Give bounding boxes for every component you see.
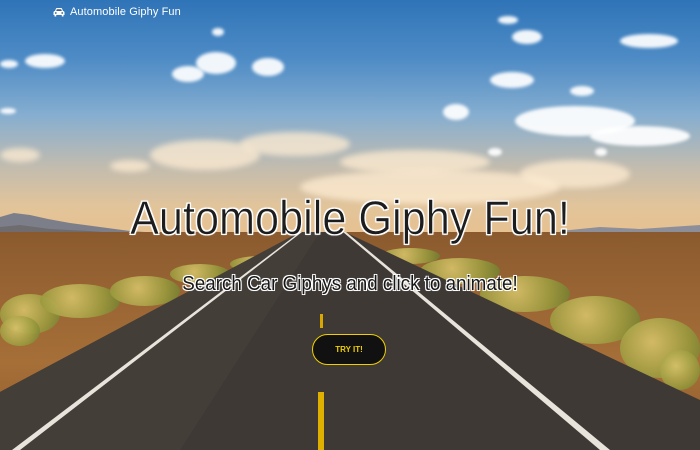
hero-subtitle: Search Car Giphys and click to animate!	[182, 273, 518, 295]
cloud	[570, 86, 594, 96]
cloud	[240, 132, 350, 156]
try-it-button[interactable]: TRY IT!	[312, 334, 386, 365]
brand-text: Automobile Giphy Fun	[70, 6, 181, 18]
cloud	[590, 126, 690, 146]
cloud	[0, 60, 18, 68]
cloud	[212, 28, 224, 36]
navbar-brand[interactable]: Automobile Giphy Fun	[53, 6, 181, 18]
cloud	[490, 72, 534, 88]
cloud	[252, 58, 284, 76]
car-icon	[53, 7, 65, 16]
cloud	[488, 148, 502, 156]
cloud	[443, 104, 469, 120]
cloud	[520, 160, 630, 188]
cloud	[196, 52, 236, 74]
cloud	[25, 54, 65, 68]
cloud	[0, 108, 16, 114]
cloud	[110, 160, 150, 172]
cloud	[512, 30, 542, 44]
cloud	[620, 34, 678, 48]
hero-title: Automobile Giphy Fun!	[130, 191, 570, 245]
cloud	[0, 148, 40, 162]
cloud	[498, 16, 518, 24]
cloud	[595, 148, 607, 156]
